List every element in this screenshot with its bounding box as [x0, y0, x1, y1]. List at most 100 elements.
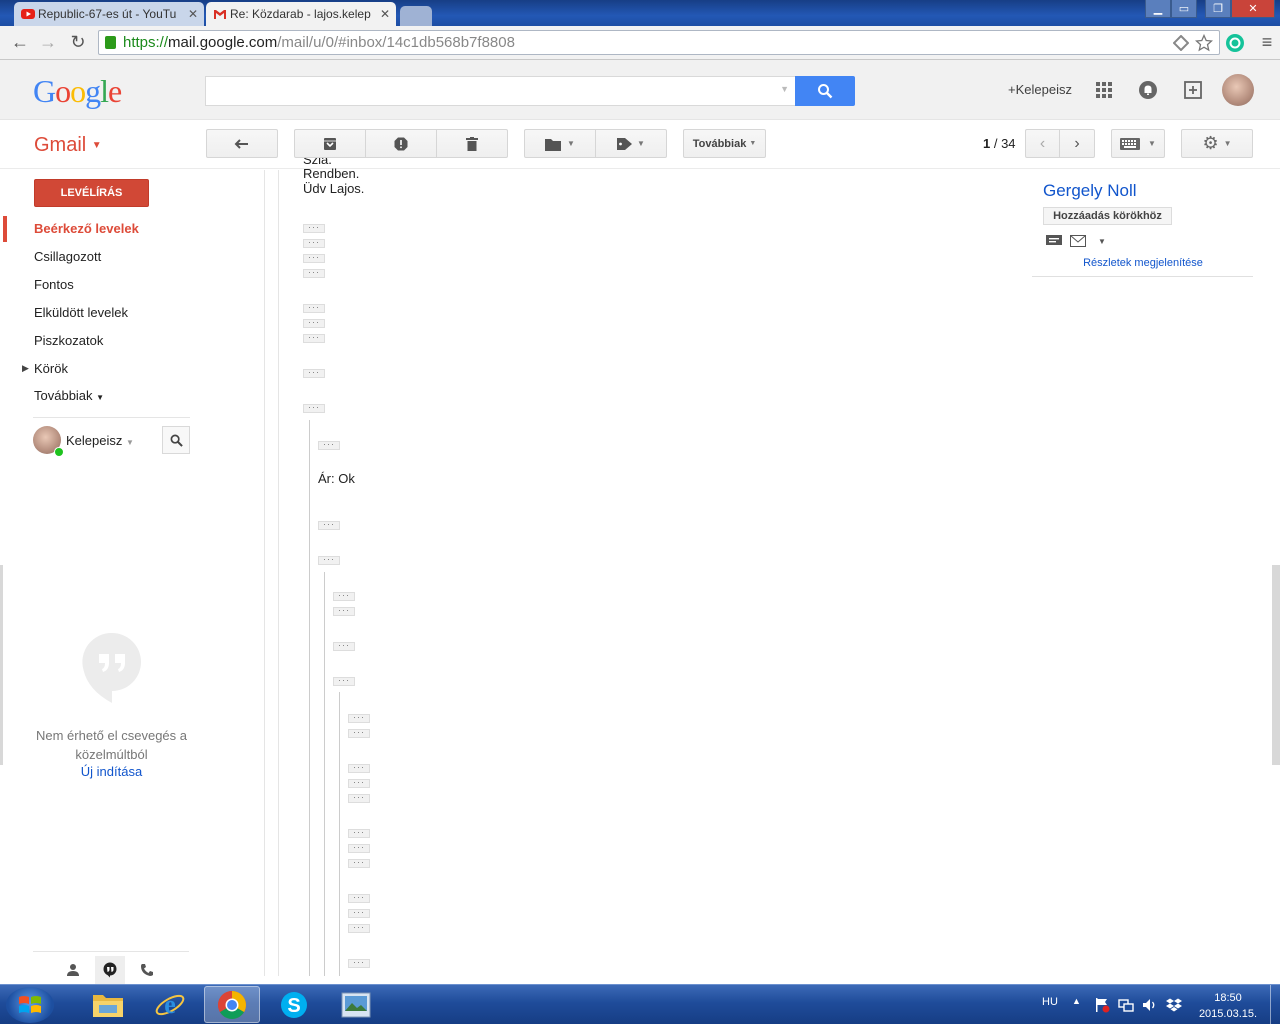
show-details-link[interactable]: Részletek megjelenítése: [1034, 257, 1252, 269]
expand-arrow-icon[interactable]: ▶: [22, 363, 29, 374]
taskbar-skype[interactable]: S: [266, 986, 322, 1023]
show-trimmed-content-button[interactable]: ···: [333, 606, 355, 616]
tab-youtube[interactable]: Republic-67-es út - YouTu ✕: [14, 2, 204, 26]
restore-icon[interactable]: ▭: [1171, 0, 1197, 18]
tab-contacts[interactable]: [58, 956, 88, 984]
tab-hangouts[interactable]: [95, 956, 125, 984]
show-trimmed-content-button[interactable]: ···: [348, 828, 370, 838]
chrome-menu-icon[interactable]: ≡: [1258, 32, 1276, 54]
mail-icon[interactable]: [1070, 235, 1086, 247]
volume-icon[interactable]: [1142, 997, 1158, 1013]
tab-gmail[interactable]: Re: Közdarab - lajos.kelep ✕: [206, 2, 396, 26]
show-trimmed-content-button[interactable]: ···: [348, 958, 370, 968]
chat-status-menu[interactable]: Kelepeisz ▼: [33, 426, 161, 458]
show-trimmed-content-button[interactable]: ···: [318, 440, 340, 450]
chat-icon[interactable]: [1046, 235, 1062, 247]
sidebar-item-important[interactable]: Fontos: [34, 277, 74, 292]
show-trimmed-content-button[interactable]: ···: [348, 713, 370, 723]
chevron-down-icon[interactable]: ▼: [1098, 237, 1106, 246]
show-trimmed-content-button[interactable]: ···: [318, 520, 340, 530]
show-trimmed-content-button[interactable]: ···: [348, 858, 370, 868]
google-plus-profile-link[interactable]: +Kelepeisz: [1008, 82, 1072, 97]
contact-name[interactable]: Gergely Noll: [1043, 181, 1137, 201]
sidebar-item-inbox[interactable]: Beérkező levelek: [34, 221, 139, 236]
dropbox-icon[interactable]: [1166, 997, 1182, 1013]
close-tab-icon[interactable]: ✕: [380, 7, 390, 21]
back-icon[interactable]: ←: [8, 30, 32, 54]
show-hidden-icons-icon[interactable]: ▲: [1072, 996, 1081, 1006]
start-new-chat-link[interactable]: Új indítása: [33, 764, 190, 779]
sidebar-item-drafts[interactable]: Piszkozatok: [34, 333, 103, 348]
show-trimmed-content-button[interactable]: ···: [348, 793, 370, 803]
close-tab-icon[interactable]: ✕: [188, 7, 198, 21]
start-button[interactable]: [6, 987, 54, 1023]
share-icon[interactable]: [1183, 80, 1203, 100]
sidebar-item-sent[interactable]: Elküldött levelek: [34, 305, 128, 320]
show-trimmed-content-button[interactable]: ···: [333, 591, 355, 601]
show-trimmed-content-button[interactable]: ···: [348, 728, 370, 738]
show-trimmed-content-button[interactable]: ···: [348, 778, 370, 788]
show-trimmed-content-button[interactable]: ···: [303, 268, 325, 278]
chat-search-button[interactable]: [162, 426, 190, 454]
show-trimmed-content-button[interactable]: ···: [348, 908, 370, 918]
delete-button[interactable]: [436, 129, 508, 158]
bookmark-star-icon[interactable]: [1195, 34, 1213, 52]
sidebar-item-more[interactable]: Továbbiak ▼: [34, 388, 104, 403]
move-to-button[interactable]: ▼: [524, 129, 596, 158]
google-logo[interactable]: Google: [33, 73, 122, 110]
archive-button[interactable]: [294, 129, 366, 158]
more-actions-button[interactable]: Továbbiak ▼: [683, 129, 766, 158]
labels-button[interactable]: ▼: [595, 129, 667, 158]
show-trimmed-content-button[interactable]: ···: [303, 223, 325, 233]
report-spam-button[interactable]: [365, 129, 437, 158]
add-to-circles-button[interactable]: Hozzáadás körökhöz: [1043, 207, 1172, 225]
grammarly-icon[interactable]: [1225, 33, 1245, 53]
search-input[interactable]: ▼: [205, 76, 796, 106]
taskbar-image-viewer[interactable]: [328, 986, 384, 1023]
gmail-menu[interactable]: Gmail ▼: [34, 134, 102, 157]
show-trimmed-content-button[interactable]: ···: [303, 403, 325, 413]
show-trimmed-content-button[interactable]: ···: [348, 923, 370, 933]
forward-icon[interactable]: →: [36, 30, 60, 54]
network-icon[interactable]: [1118, 997, 1134, 1013]
show-trimmed-content-button[interactable]: ···: [303, 368, 325, 378]
maximize-icon[interactable]: ❐: [1205, 0, 1231, 18]
scrollbar[interactable]: [0, 565, 3, 765]
address-bar[interactable]: https://mail.google.com/mail/u/0/#inbox/…: [98, 30, 1220, 55]
avatar[interactable]: [1222, 74, 1254, 106]
show-trimmed-content-button[interactable]: ···: [333, 676, 355, 686]
back-to-inbox-button[interactable]: [206, 129, 278, 158]
search-options-icon[interactable]: ▼: [780, 84, 789, 94]
reload-icon[interactable]: ↻: [66, 30, 90, 54]
taskbar-explorer[interactable]: [80, 986, 136, 1023]
extension-icon[interactable]: [1173, 35, 1189, 51]
show-trimmed-content-button[interactable]: ···: [303, 318, 325, 328]
taskbar-internet-explorer[interactable]: e: [142, 986, 198, 1023]
compose-button[interactable]: LEVÉLÍRÁS: [34, 179, 149, 207]
language-indicator[interactable]: HU: [1042, 996, 1058, 1008]
show-trimmed-content-button[interactable]: ···: [318, 555, 340, 565]
show-trimmed-content-button[interactable]: ···: [333, 641, 355, 651]
sidebar-item-circles[interactable]: Körök: [34, 361, 68, 376]
notifications-icon[interactable]: [1138, 80, 1158, 100]
older-button[interactable]: ›: [1059, 129, 1095, 158]
show-trimmed-content-button[interactable]: ···: [348, 763, 370, 773]
show-trimmed-content-button[interactable]: ···: [303, 253, 325, 263]
action-center-flag-icon[interactable]: [1094, 997, 1110, 1013]
input-tools-button[interactable]: ▼: [1111, 129, 1165, 158]
newer-button[interactable]: ‹: [1025, 129, 1060, 158]
new-tab-button[interactable]: [400, 6, 432, 26]
minimize-icon[interactable]: ▁: [1145, 0, 1171, 18]
show-trimmed-content-button[interactable]: ···: [303, 238, 325, 248]
close-window-icon[interactable]: ✕: [1231, 0, 1275, 18]
scrollbar[interactable]: [1272, 565, 1280, 765]
sidebar-item-starred[interactable]: Csillagozott: [34, 249, 101, 264]
clock[interactable]: 18:50 2015.03.15.: [1198, 990, 1258, 1022]
show-trimmed-content-button[interactable]: ···: [303, 333, 325, 343]
show-trimmed-content-button[interactable]: ···: [348, 843, 370, 853]
show-desktop-button[interactable]: [1270, 985, 1280, 1025]
apps-icon[interactable]: [1094, 80, 1114, 100]
show-trimmed-content-button[interactable]: ···: [303, 303, 325, 313]
search-button[interactable]: [795, 76, 855, 106]
taskbar-chrome[interactable]: [204, 986, 260, 1023]
